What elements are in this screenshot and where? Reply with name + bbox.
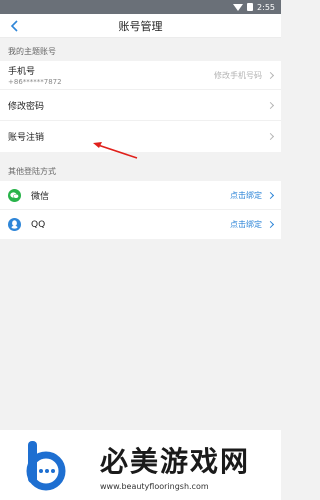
chevron-right-icon	[266, 132, 275, 141]
chevron-right-icon	[266, 101, 275, 109]
watermark-title: 必美游戏网	[100, 444, 251, 478]
nav-bar: 账号管理	[0, 14, 281, 38]
change-phone-link[interactable]: 修改手机号码	[214, 70, 262, 81]
back-arrow-icon	[10, 20, 18, 32]
other-login-card: 微信 点击绑定 QQ 点击绑定	[0, 181, 281, 239]
chevron-right-icon	[266, 71, 275, 79]
page-title: 账号管理	[118, 19, 163, 33]
section-title-my-account: 我的主题账号	[8, 47, 56, 56]
phone-label: 手机号	[8, 67, 36, 77]
my-account-card: 手机号 +86******7872 修改手机号码 修改密码 账号注销	[0, 61, 281, 152]
qq-label: QQ	[31, 219, 46, 230]
wifi-icon	[233, 3, 244, 11]
wechat-label: 微信	[31, 191, 50, 202]
battery-icon	[247, 3, 254, 11]
phone-number: +86******7872	[8, 78, 62, 86]
chevron-right-icon	[266, 191, 275, 199]
phone-row[interactable]: 手机号 +86******7872 修改手机号码	[0, 61, 281, 90]
annotation-arrow	[93, 142, 138, 159]
back-button[interactable]	[6, 17, 24, 35]
change-password-label: 修改密码	[8, 101, 45, 112]
status-time: 2:55	[257, 2, 275, 12]
chevron-right-icon	[266, 220, 275, 229]
wechat-row[interactable]: 微信 点击绑定	[0, 181, 281, 210]
watermark-logo	[26, 441, 66, 491]
wechat-icon	[8, 188, 21, 202]
status-bar: 2:55	[0, 0, 281, 14]
qq-icon	[8, 218, 21, 231]
qq-bind-link[interactable]: 点击绑定	[230, 219, 262, 230]
account-cancel-row[interactable]: 账号注销	[0, 121, 281, 152]
wechat-bind-link[interactable]: 点击绑定	[230, 190, 262, 201]
qq-row[interactable]: QQ 点击绑定	[0, 210, 281, 239]
watermark-url: www.beautyflooringsh.com	[100, 481, 209, 491]
watermark-banner: 必美游戏网 www.beautyflooringsh.com	[0, 430, 281, 500]
section-title-other-login: 其他登陆方式	[8, 167, 56, 176]
change-password-row[interactable]: 修改密码	[0, 90, 281, 121]
